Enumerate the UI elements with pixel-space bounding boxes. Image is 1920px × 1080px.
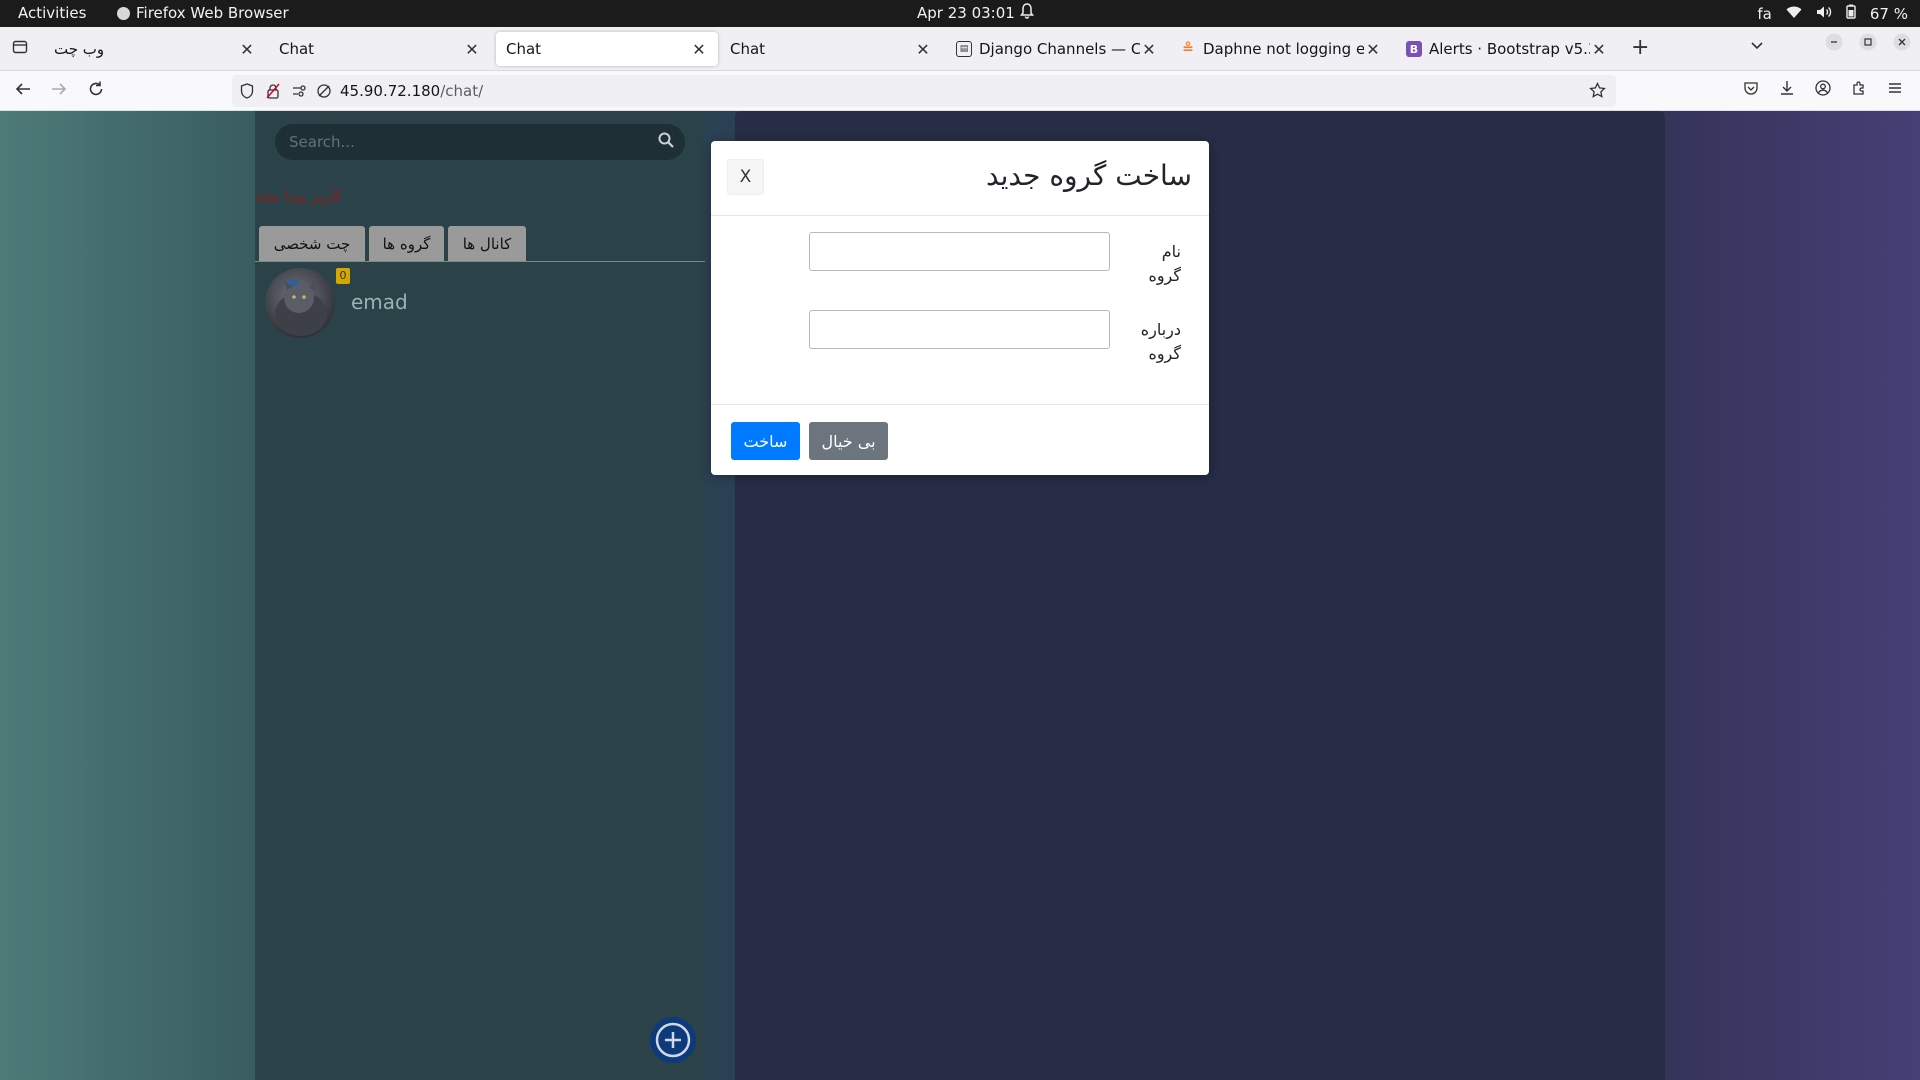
chat-sidebar: کاربر پیدا نشد چت شخصی گروه ها کانال ها …: [255, 111, 705, 1080]
system-top-bar: Activities Firefox Web Browser Apr 23 03…: [0, 0, 1920, 27]
battery-percentage: 67 %: [1869, 4, 1908, 23]
notification-bell-icon[interactable]: [1020, 3, 1034, 23]
tab-title: Daphne not logging erro: [1203, 40, 1364, 58]
url-bar[interactable]: 45.90.72.180/chat/: [232, 75, 1616, 107]
modal-close-button[interactable]: X: [727, 159, 764, 195]
tab-close-icon[interactable]: ✕: [690, 40, 708, 59]
firefox-view-icon[interactable]: [12, 39, 28, 60]
system-tray[interactable]: fa 67 %: [1757, 4, 1908, 23]
browser-tab-active[interactable]: Chat ✕: [496, 32, 718, 66]
tab-title: Alerts · Bootstrap v5.3: [1429, 40, 1590, 58]
search-box[interactable]: [275, 124, 685, 160]
extensions-puzzle-icon[interactable]: [1851, 80, 1867, 101]
search-icon[interactable]: [657, 131, 675, 153]
insecure-lock-icon[interactable]: [266, 83, 280, 103]
browser-tab[interactable]: Chat ✕: [269, 32, 491, 66]
downloads-icon[interactable]: [1779, 80, 1795, 101]
firefox-icon: [117, 6, 130, 20]
contact-list-item[interactable]: 0 emad: [265, 268, 695, 340]
search-input[interactable]: [287, 130, 627, 154]
keyboard-layout-indicator[interactable]: fa: [1757, 5, 1771, 23]
browser-tab-strip: وب چت ✕ Chat ✕ Chat ✕ Chat ✕ ▤ Django Ch…: [0, 27, 1920, 71]
group-about-label: درباره گروه: [1140, 320, 1181, 363]
stackoverflow-favicon-icon: ≗: [1182, 41, 1194, 57]
modal-footer: ساخت بی خیال: [711, 404, 1209, 475]
volume-icon: [1816, 5, 1832, 23]
clock[interactable]: Apr 23 03:01: [917, 4, 1015, 22]
back-arrow-icon[interactable]: [14, 80, 32, 103]
tab-title: Chat: [506, 40, 542, 58]
bootstrap-favicon-icon: B: [1406, 41, 1422, 57]
browser-tab[interactable]: ≗ Daphne not logging erro ✕: [1170, 32, 1392, 66]
tab-title: Chat: [279, 40, 315, 58]
battery-icon: [1846, 4, 1856, 23]
browser-tab[interactable]: ▤ Django Channels — Chan ✕: [946, 32, 1168, 66]
tab-title: وب چت: [54, 40, 105, 58]
tracking-protection-shield-icon[interactable]: [240, 83, 254, 103]
pocket-icon[interactable]: [1743, 80, 1759, 101]
tab-close-icon[interactable]: ✕: [1590, 40, 1608, 59]
hamburger-menu-icon[interactable]: [1887, 80, 1903, 101]
tab-private-chats[interactable]: چت شخصی: [259, 226, 365, 262]
tab-channels[interactable]: کانال ها: [448, 226, 526, 262]
url-text[interactable]: 45.90.72.180/chat/: [340, 82, 483, 100]
contact-name: emad: [351, 290, 408, 314]
tab-close-icon[interactable]: ✕: [238, 40, 256, 59]
activities-button[interactable]: Activities: [18, 4, 86, 22]
tab-divider: [255, 261, 705, 262]
browser-tab[interactable]: B Alerts · Bootstrap v5.3 ✕: [1396, 32, 1618, 66]
modal-header: ساخت گروه جدید X: [711, 141, 1209, 216]
tab-close-icon[interactable]: ✕: [914, 40, 932, 59]
modal-title: ساخت گروه جدید: [985, 159, 1192, 192]
tab-title: Chat: [730, 40, 766, 58]
browser-tab[interactable]: Chat ✕: [720, 32, 942, 66]
user-not-found-message: کاربر پیدا نشد: [255, 187, 343, 205]
browser-tab[interactable]: وب چت ✕: [44, 32, 266, 66]
create-group-modal: ساخت گروه جدید X نام گروه درباره گروه سا…: [711, 141, 1209, 475]
browser-nav-bar: 45.90.72.180/chat/: [0, 71, 1920, 111]
add-group-button[interactable]: [650, 1017, 696, 1063]
tab-close-icon[interactable]: ✕: [463, 40, 481, 59]
tab-close-icon[interactable]: ✕: [1140, 40, 1158, 59]
create-group-submit-button[interactable]: ساخت: [731, 422, 800, 460]
url-path: /chat/: [440, 82, 484, 100]
wifi-icon: [1786, 5, 1802, 23]
app-menu[interactable]: Firefox Web Browser: [117, 4, 289, 22]
window-restore-icon[interactable]: [1859, 33, 1877, 56]
group-about-input[interactable]: [809, 310, 1110, 349]
forward-arrow-icon[interactable]: [50, 80, 68, 103]
url-host: 45.90.72.180: [340, 82, 441, 100]
window-minimize-icon[interactable]: [1825, 33, 1843, 56]
permissions-icon[interactable]: [292, 83, 308, 103]
django-docs-favicon-icon: ▤: [956, 41, 972, 57]
window-close-icon[interactable]: [1893, 33, 1911, 56]
reload-icon[interactable]: [87, 80, 105, 103]
camera-blocked-icon[interactable]: [316, 83, 332, 103]
list-all-tabs-chevron-down-icon[interactable]: [1750, 36, 1764, 57]
new-tab-plus-icon[interactable]: +: [1631, 35, 1649, 60]
account-icon[interactable]: [1815, 80, 1831, 101]
tab-close-icon[interactable]: ✕: [1364, 40, 1382, 59]
cancel-button[interactable]: بی خیال: [809, 422, 888, 460]
group-name-label: نام گروه: [1148, 242, 1181, 285]
tab-title: Django Channels — Chan: [979, 40, 1140, 58]
unread-count-badge: 0: [336, 268, 350, 284]
avatar: [265, 268, 335, 338]
plus-circle-icon: [655, 1022, 691, 1058]
bookmark-star-icon[interactable]: [1589, 81, 1606, 103]
group-name-input[interactable]: [809, 232, 1110, 271]
app-name: Firefox Web Browser: [136, 4, 289, 22]
tab-groups[interactable]: گروه ها: [369, 226, 444, 262]
